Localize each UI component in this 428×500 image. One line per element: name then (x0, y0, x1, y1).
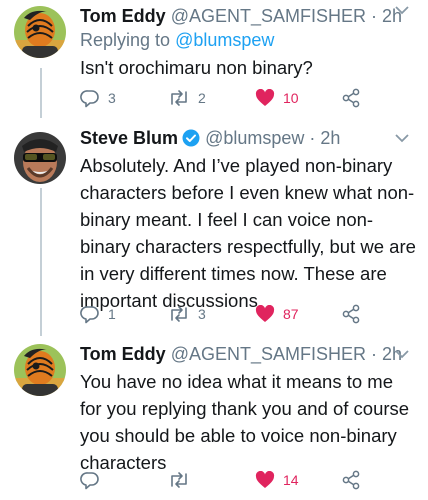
heart-icon (255, 89, 275, 106)
retweet-icon (171, 306, 187, 322)
retweet-button[interactable] (168, 470, 190, 490)
reply-button[interactable] (80, 470, 100, 490)
separator-dot: · (366, 6, 382, 26)
reply-button[interactable]: 3 (80, 88, 116, 108)
author-handle[interactable]: @AGENT_SAMFISHER (171, 6, 366, 26)
verified-badge-icon (182, 129, 200, 147)
retweet-count: 3 (198, 306, 206, 322)
reply-icon (80, 306, 99, 324)
tweet-actions: 14 (80, 470, 380, 490)
share-button[interactable] (342, 470, 360, 490)
separator-dot: · (366, 344, 382, 364)
author-handle[interactable]: @AGENT_SAMFISHER (171, 344, 366, 364)
like-count: 10 (283, 90, 299, 106)
chevron-down-icon[interactable] (394, 4, 410, 16)
like-button[interactable]: 14 (255, 470, 299, 490)
tweet-text: You have no idea what it means to me for… (80, 371, 410, 473)
retweet-icon (171, 90, 187, 106)
share-icon (342, 470, 360, 490)
author-handle[interactable]: @blumspew (205, 128, 304, 148)
avatar[interactable] (14, 6, 66, 58)
timestamp[interactable]: 2h (320, 128, 340, 148)
author-name[interactable]: Tom Eddy (80, 344, 166, 364)
replying-to-label: Replying to (80, 30, 171, 50)
tweet-text: Isn't orochimaru non binary? (80, 57, 313, 78)
retweet-button[interactable]: 2 (168, 88, 206, 108)
tweet[interactable]: Steve Blum @blumspew · 2h Absolutely. An… (0, 124, 428, 336)
like-count: 14 (283, 472, 299, 488)
like-button[interactable]: 10 (255, 88, 299, 108)
chevron-down-icon[interactable] (394, 348, 410, 360)
separator-dot: · (304, 128, 321, 148)
retweet-icon (171, 472, 187, 488)
share-button[interactable] (342, 304, 360, 324)
like-count: 87 (283, 306, 299, 322)
tweet[interactable]: Tom Eddy @AGENT_SAMFISHER · 2h You have … (0, 340, 428, 500)
replying-to: Replying to @blumspew (80, 28, 418, 52)
retweet-button[interactable]: 3 (168, 304, 206, 324)
avatar[interactable] (14, 132, 66, 184)
reply-icon (80, 90, 99, 108)
author-name[interactable]: Tom Eddy (80, 6, 166, 26)
reply-icon (80, 472, 99, 490)
chevron-down-icon[interactable] (394, 132, 410, 144)
heart-icon (255, 305, 275, 322)
author-name[interactable]: Steve Blum (80, 128, 178, 148)
tweet-text: Absolutely. And I’ve played non-binary c… (80, 155, 416, 311)
tweet-actions: 3 2 10 (80, 88, 380, 108)
tweet-actions: 1 3 87 (80, 304, 380, 324)
heart-icon (255, 471, 275, 488)
avatar[interactable] (14, 344, 66, 396)
reply-count: 3 (108, 90, 116, 106)
replying-to-handle[interactable]: @blumspew (175, 30, 274, 50)
share-button[interactable] (342, 88, 360, 108)
tweet[interactable]: Tom Eddy @AGENT_SAMFISHER · 2h Replying … (0, 0, 428, 118)
reply-count: 1 (108, 306, 116, 322)
like-button[interactable]: 87 (255, 304, 299, 324)
retweet-count: 2 (198, 90, 206, 106)
share-icon (342, 304, 360, 324)
reply-button[interactable]: 1 (80, 304, 116, 324)
share-icon (342, 88, 360, 108)
